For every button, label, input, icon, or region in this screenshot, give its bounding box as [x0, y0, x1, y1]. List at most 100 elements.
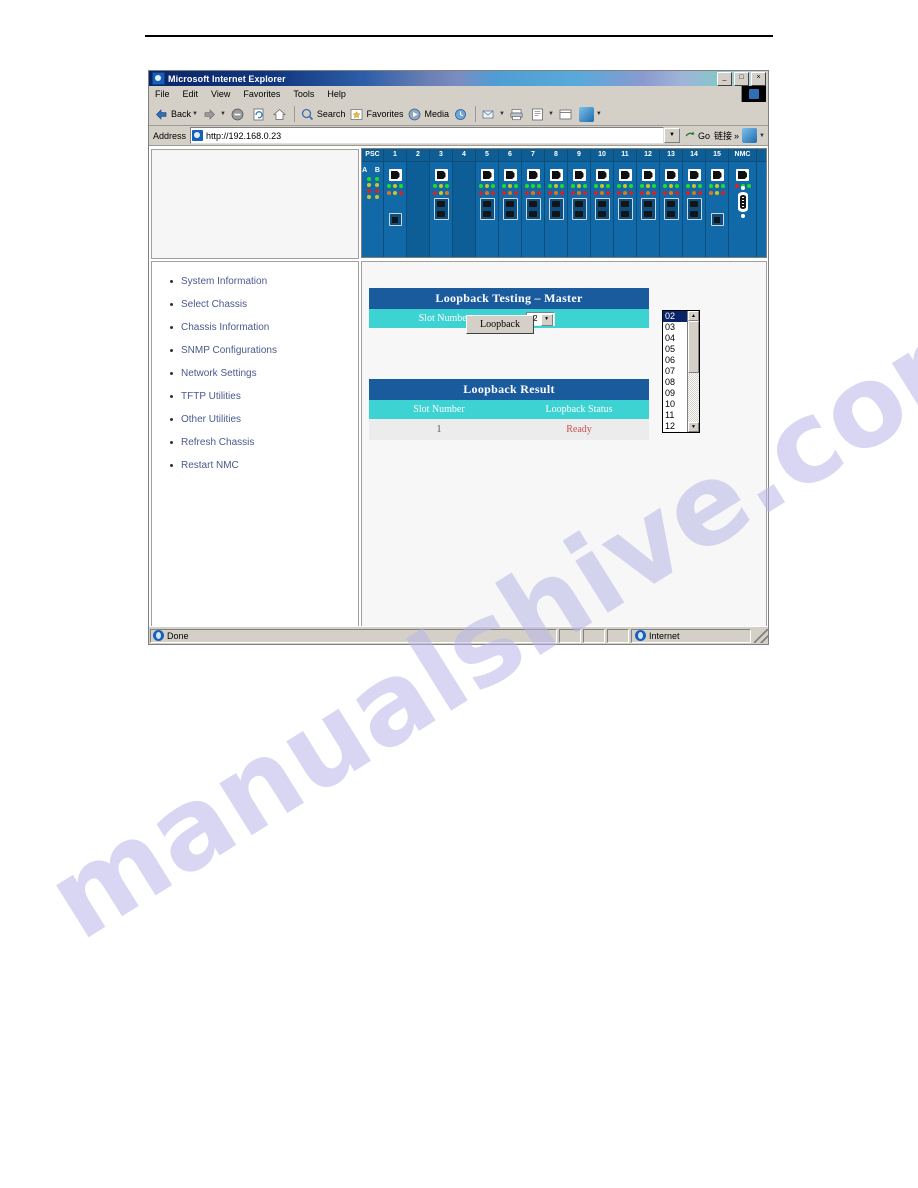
back-button[interactable]: Back ▼	[152, 104, 200, 124]
print-button[interactable]	[507, 104, 528, 124]
chassis-slot-6[interactable]	[499, 162, 522, 257]
maximize-button[interactable]: □	[734, 72, 749, 86]
stop-button[interactable]	[228, 104, 249, 124]
chassis-slot-14[interactable]	[683, 162, 706, 257]
messenger-button[interactable]: ▼	[577, 104, 604, 124]
rj45-port-icon	[736, 169, 749, 181]
bullet-icon	[170, 441, 173, 444]
chassis-slot-psc[interactable]: A B	[362, 162, 384, 257]
slot-number-dropdown-list[interactable]: 02 03 04 05 06 07 08 09 10 11 12 ▲ ▼	[662, 310, 700, 433]
address-input[interactable]: http://192.168.0.23	[190, 127, 664, 144]
discuss-icon	[558, 107, 573, 122]
dropdown-option-05[interactable]: 05	[663, 344, 687, 355]
security-zone-pane[interactable]: Internet	[631, 628, 751, 643]
dropdown-option-03[interactable]: 03	[663, 322, 687, 333]
links-chevron-icon[interactable]: »	[734, 131, 739, 141]
psc-feed-label: A B	[362, 167, 383, 174]
chassis-slot-7[interactable]	[522, 162, 545, 257]
dropdown-option-12[interactable]: 12	[663, 421, 687, 432]
resize-grip-icon[interactable]	[754, 628, 768, 643]
refresh-button[interactable]	[249, 104, 270, 124]
sidebar-item-label: TFTP Utilities	[181, 391, 241, 402]
slot-15-leds	[706, 184, 728, 188]
menu-item-help[interactable]: Help	[327, 89, 346, 99]
chassis-slot-1[interactable]	[384, 162, 407, 257]
chassis-slot-5[interactable]	[476, 162, 499, 257]
sidebar-item-chassis-information[interactable]: Chassis Information	[170, 322, 358, 333]
chassis-slot-4[interactable]	[453, 162, 476, 257]
media-button[interactable]: Media	[405, 104, 451, 124]
menu-item-file[interactable]: File	[155, 89, 170, 99]
chassis-slot-13[interactable]	[660, 162, 683, 257]
menu-item-edit[interactable]: Edit	[183, 89, 199, 99]
chassis-slot-11[interactable]	[614, 162, 637, 257]
back-dropdown-icon[interactable]: ▼	[192, 111, 198, 117]
chassis-slot-2[interactable]	[407, 162, 430, 257]
rj45-port-icon	[618, 169, 632, 181]
slot-3-leds-2	[430, 191, 452, 195]
sidebar-item-refresh-chassis[interactable]: Refresh Chassis	[170, 437, 358, 448]
go-button[interactable]: Go	[685, 130, 710, 141]
address-messenger-dropdown-icon[interactable]: ▼	[759, 133, 765, 139]
address-dropdown-icon[interactable]: ▼	[664, 128, 680, 143]
links-button[interactable]: 链接 »	[714, 129, 739, 142]
chassis-label-12: 12	[637, 149, 660, 161]
dropdown-scrollbar[interactable]: ▲ ▼	[687, 311, 699, 432]
loopback-result-table: Loopback Result Slot Number Loopback Sta…	[369, 379, 649, 440]
minimize-button[interactable]: _	[717, 72, 732, 86]
scroll-up-icon[interactable]: ▲	[688, 311, 699, 321]
chevron-down-icon[interactable]: ▼	[540, 313, 553, 326]
chassis-slot-8[interactable]	[545, 162, 568, 257]
dropdown-option-07[interactable]: 07	[663, 366, 687, 377]
close-button[interactable]: ×	[751, 72, 766, 86]
sidebar-item-select-chassis[interactable]: Select Chassis	[170, 299, 358, 310]
menu-item-view[interactable]: View	[211, 89, 230, 99]
mail-dropdown-icon[interactable]: ▼	[499, 111, 505, 117]
address-messenger-icon[interactable]	[742, 128, 758, 143]
discuss-button[interactable]	[556, 104, 577, 124]
loopback-button[interactable]: Loopback	[466, 315, 534, 334]
dropdown-option-08[interactable]: 08	[663, 377, 687, 388]
slot-14-module	[686, 198, 702, 220]
scroll-down-icon[interactable]: ▼	[688, 422, 699, 432]
sidebar-item-restart-nmc[interactable]: Restart NMC	[170, 460, 358, 471]
scrollbar-thumb[interactable]	[688, 321, 699, 373]
sidebar-item-system-information[interactable]: System Information	[170, 276, 358, 287]
dropdown-option-09[interactable]: 09	[663, 388, 687, 399]
forward-button[interactable]: ▼	[200, 104, 228, 124]
dropdown-option-11[interactable]: 11	[663, 410, 687, 421]
sidebar-item-other-utilities[interactable]: Other Utilities	[170, 414, 358, 425]
home-button[interactable]	[270, 104, 291, 124]
forward-dropdown-icon[interactable]: ▼	[220, 111, 226, 117]
chassis-slot-nmc[interactable]	[729, 162, 757, 257]
messenger-dropdown-icon[interactable]: ▼	[596, 111, 602, 117]
chassis-label-2: 2	[407, 149, 430, 161]
dropdown-option-10[interactable]: 10	[663, 399, 687, 410]
mail-button[interactable]: ▼	[479, 104, 507, 124]
favorites-button[interactable]: Favorites	[347, 104, 405, 124]
edit-dropdown-icon[interactable]: ▼	[548, 111, 554, 117]
dropdown-option-06[interactable]: 06	[663, 355, 687, 366]
sidebar-item-tftp-utilities[interactable]: TFTP Utilities	[170, 391, 358, 402]
chassis-slot-3[interactable]	[430, 162, 453, 257]
dropdown-option-04[interactable]: 04	[663, 333, 687, 344]
chassis-slot-10[interactable]	[591, 162, 614, 257]
sidebar-item-network-settings[interactable]: Network Settings	[170, 368, 358, 379]
chassis-slot-9[interactable]	[568, 162, 591, 257]
slot-14-leds	[683, 184, 705, 188]
sidebar-item-snmp-configurations[interactable]: SNMP Configurations	[170, 345, 358, 356]
chassis-slot-15[interactable]	[706, 162, 729, 257]
history-button[interactable]	[451, 104, 472, 124]
browser-window: Microsoft Internet Explorer _ □ × File E…	[148, 70, 769, 645]
db9-serial-port-icon	[737, 186, 748, 218]
search-button[interactable]: Search	[298, 104, 348, 124]
dropdown-option-02[interactable]: 02	[663, 311, 687, 322]
bullet-icon	[170, 349, 173, 352]
rj45-port-icon	[480, 169, 494, 181]
menu-item-tools[interactable]: Tools	[293, 89, 314, 99]
scrollbar-track[interactable]	[688, 321, 699, 422]
chassis-slot-12[interactable]	[637, 162, 660, 257]
dropdown-options: 02 03 04 05 06 07 08 09 10 11 12	[663, 311, 687, 432]
edit-button[interactable]: ▼	[528, 104, 556, 124]
menu-item-favorites[interactable]: Favorites	[243, 89, 280, 99]
